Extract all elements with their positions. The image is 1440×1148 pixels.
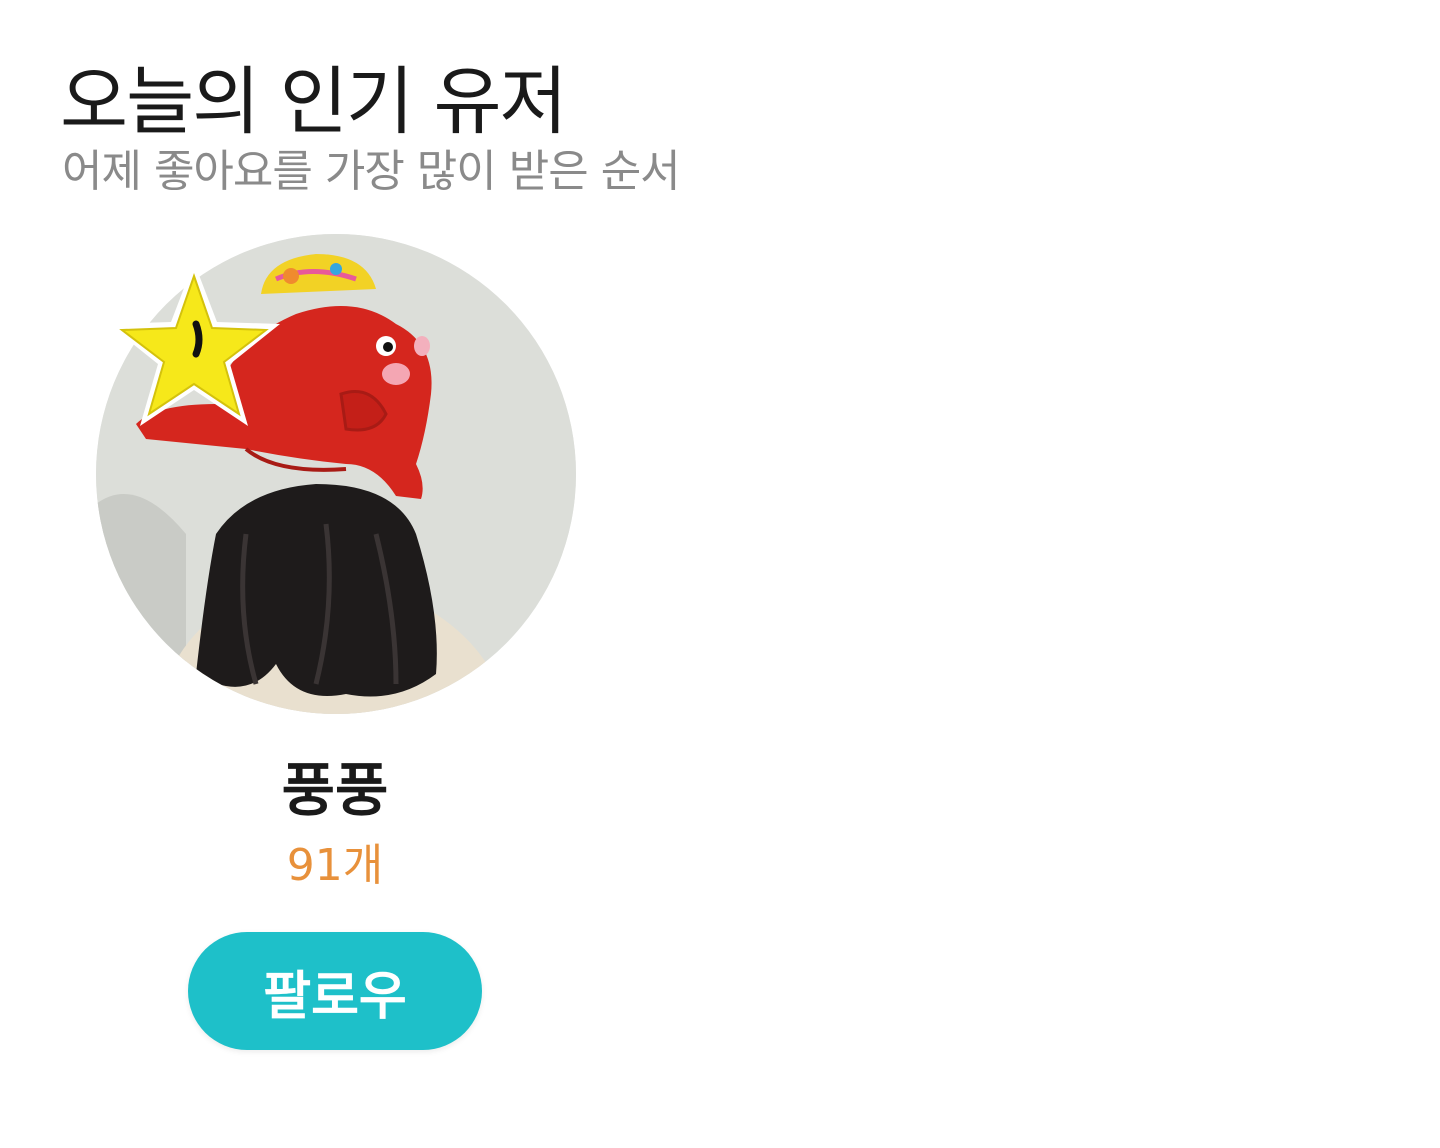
star-icon (108, 262, 280, 426)
user-card[interactable]: 풍풍 91개 팔로우 (90, 230, 580, 1070)
section-subtitle: 어제 좋아요를 가장 많이 받은 순서 (62, 146, 681, 197)
like-count: 91개 (286, 840, 384, 891)
user-name[interactable]: 풍풍 (90, 756, 580, 826)
section-title: 오늘의 인기 유저 (60, 59, 568, 145)
popular-users-section: 오늘의 인기 유저 어제 좋아요를 가장 많이 받은 순서 풍풍 91개 팔로우 (0, 0, 1440, 1148)
follow-button[interactable]: 팔로우 (188, 932, 482, 1050)
